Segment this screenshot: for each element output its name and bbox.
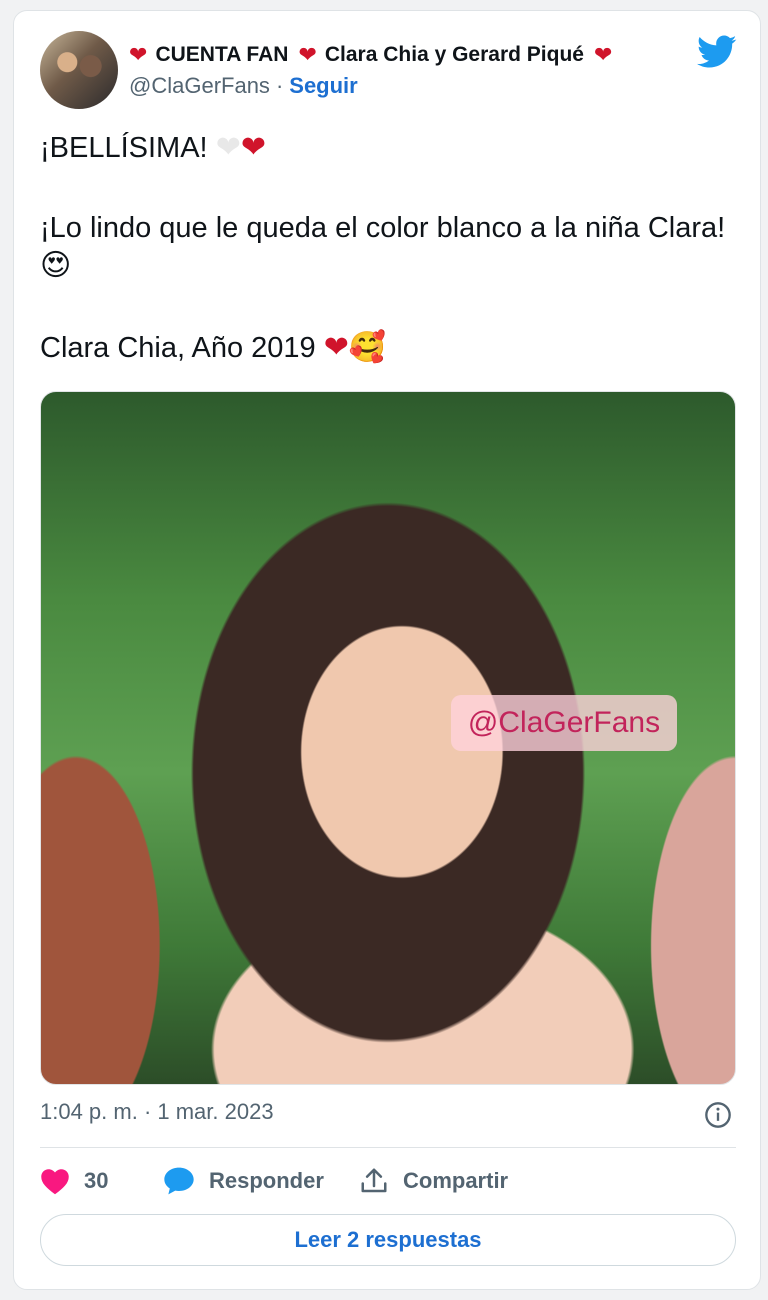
separator: · [275,73,284,98]
display-name-part1: CUENTA FAN [155,43,289,66]
photo-watermark: @ClaGerFans [451,695,677,751]
share-label: Compartir [403,1168,509,1193]
timestamp[interactable]: 1:04 p. m. · 1 mar. 2023 [40,1099,274,1125]
white-heart-icon: ❤ [215,130,241,165]
tweet-text-3: Clara Chia, Año 2019 [40,332,316,364]
display-name-part2: Clara Chia y Gerard Piqué [324,43,584,66]
tweet-text-1: ¡BELLÍSIMA! [40,132,208,164]
avatar[interactable] [40,31,118,109]
heart-eyes-emoji-icon: 😍 [40,248,72,283]
user-handle[interactable]: @ClaGerFans [129,73,270,98]
follow-button[interactable]: Seguir [289,73,357,98]
handle-row: @ClaGerFans · Seguir [129,73,358,99]
action-bar: 30 Responder Compartir [40,1161,508,1201]
like-count: 30 [84,1168,109,1193]
reply-button[interactable]: Responder [163,1166,359,1196]
speech-bubble-icon [164,1167,194,1195]
heart-icon [41,1169,69,1195]
tweet-line-1: ¡BELLÍSIMA! ❤❤ [40,129,730,167]
red-heart-icon: ❤ [593,42,613,67]
tweet-photo[interactable]: @ClaGerFans [40,391,736,1085]
display-name[interactable]: ❤ CUENTA FAN ❤ Clara Chia y Gerard Piqué… [129,39,620,71]
red-heart-icon: ❤ [323,330,349,365]
read-replies-button[interactable]: Leer 2 respuestas [40,1214,736,1266]
red-heart-icon: ❤ [240,130,266,165]
info-icon[interactable] [704,1101,732,1129]
tweet-line-3: Clara Chia, Año 2019 ❤🥰 [40,329,730,367]
tweet-line-2: ¡Lo lindo que le queda el color blanco a… [40,209,730,285]
twitter-bird-icon[interactable] [697,35,737,69]
share-button[interactable]: Compartir [359,1166,508,1196]
tweet-text-2: ¡Lo lindo que le queda el color blanco a… [40,212,726,244]
smiling-hearts-emoji-icon: 🥰 [348,330,387,365]
red-heart-icon: ❤ [298,42,317,67]
red-heart-icon: ❤ [129,42,148,67]
divider [40,1147,736,1148]
share-upload-icon [361,1168,387,1193]
like-button[interactable]: 30 [40,1167,163,1195]
tweet-card: ❤ CUENTA FAN ❤ Clara Chia y Gerard Piqué… [13,10,761,1290]
reply-label: Responder [209,1168,324,1193]
